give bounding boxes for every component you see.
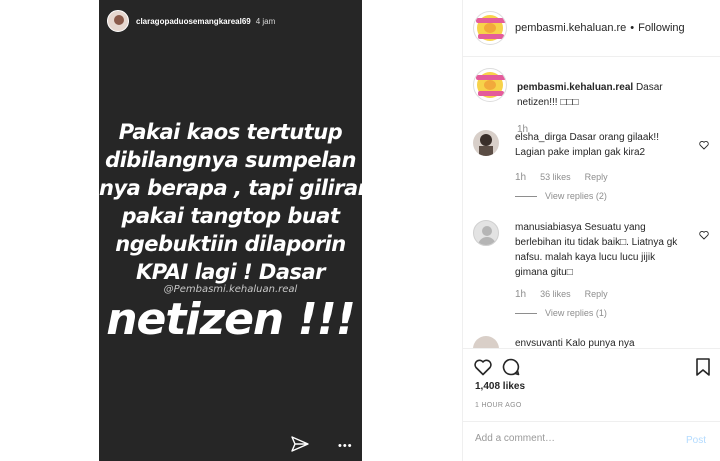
caption-avatar[interactable]	[473, 68, 507, 102]
more-icon: •••	[338, 440, 353, 452]
story-text: Pakai kaos tertutup dibilangnya sumpelan…	[99, 118, 362, 343]
reply-button[interactable]: Reply	[585, 172, 608, 183]
heart-icon[interactable]	[473, 357, 493, 377]
story-line: nya berapa , tapi giliran	[99, 176, 362, 200]
caption-text: pembasmi.kehaluan.real Dasar netizen!!! …	[517, 80, 687, 110]
view-replies-label: View replies (1)	[545, 308, 607, 318]
send-icon	[291, 436, 309, 452]
post-image[interactable]: claragopaduosemangkareal69 4 jam Pakai k…	[99, 0, 362, 461]
comment-heart-icon[interactable]	[699, 230, 709, 240]
comment-avatar[interactable]	[473, 336, 499, 348]
comment-meta: 1h 36 likes Reply	[515, 289, 608, 300]
post-header: pembasmi.kehaluan.re • Following	[463, 0, 720, 57]
comment-time: 1h	[515, 289, 527, 300]
story-line: Pakai kaos tertutup	[118, 120, 343, 144]
story-header: claragopaduosemangkareal69 4 jam	[99, 0, 362, 42]
comment-time: 1h	[515, 172, 527, 183]
instagram-post-view: claragopaduosemangkareal69 4 jam Pakai k…	[0, 0, 720, 461]
comment-user[interactable]: manusiabiasya	[515, 222, 582, 233]
story-line: KPAI lagi ! Dasar	[135, 260, 326, 284]
view-replies-label: View replies (2)	[545, 191, 607, 201]
comment-likes[interactable]: 36 likes	[540, 289, 571, 300]
following-button[interactable]: Following	[638, 22, 684, 34]
story-avatar	[107, 10, 129, 32]
comment-likes[interactable]: 53 likes	[540, 172, 571, 183]
bookmark-icon[interactable]	[693, 357, 713, 377]
comments-list[interactable]: pembasmi.kehaluan.real Dasar netizen!!! …	[463, 58, 720, 348]
story-time: 4 jam	[255, 16, 276, 26]
comment-text: envsuvanti Kalo punya nya	[515, 336, 690, 348]
comment-input[interactable]	[475, 433, 665, 444]
story-big-word: netizen !!!	[106, 294, 356, 345]
comment-avatar[interactable]	[473, 130, 499, 156]
posted-ago: 1 HOUR AGO	[475, 402, 522, 409]
add-comment-bar: Post	[463, 421, 720, 461]
reply-button[interactable]: Reply	[585, 289, 608, 300]
comment-text: manusiabiasya Sesuatu yang berlebihan it…	[515, 220, 690, 280]
view-replies[interactable]: View replies (2)	[515, 191, 607, 201]
story-line: ngebuktiin dilaporin	[115, 232, 346, 256]
likes-count[interactable]: 1,408 likes	[475, 381, 525, 392]
view-replies[interactable]: View replies (1)	[515, 308, 607, 318]
separator-dot: •	[630, 22, 635, 34]
post-button[interactable]: Post	[686, 435, 706, 446]
comment-user[interactable]: envsuvanti	[515, 338, 563, 348]
story-line: dibilangnya sumpelan	[105, 148, 356, 172]
comment-icon[interactable]	[501, 357, 521, 377]
account-avatar[interactable]	[473, 11, 507, 45]
story-username: claragopaduosemangkareal69	[136, 16, 251, 26]
story-line: pakai tangtop buat	[121, 204, 340, 228]
comment-text: elsha_dirga Dasar orang gilaak!! Lagian …	[515, 130, 690, 160]
comment-body: Kalo punya nya	[562, 338, 635, 348]
caption-account[interactable]: pembasmi.kehaluan.real	[517, 82, 633, 93]
comment-user[interactable]: elsha_dirga	[515, 132, 567, 143]
account-name[interactable]: pembasmi.kehaluan.re	[515, 22, 626, 34]
comment-avatar[interactable]	[473, 220, 499, 246]
comment-heart-icon[interactable]	[699, 140, 709, 150]
comment-meta: 1h 53 likes Reply	[515, 172, 608, 183]
post-sidebar: pembasmi.kehaluan.re • Following pembasm…	[462, 0, 720, 461]
action-bar	[463, 348, 720, 378]
